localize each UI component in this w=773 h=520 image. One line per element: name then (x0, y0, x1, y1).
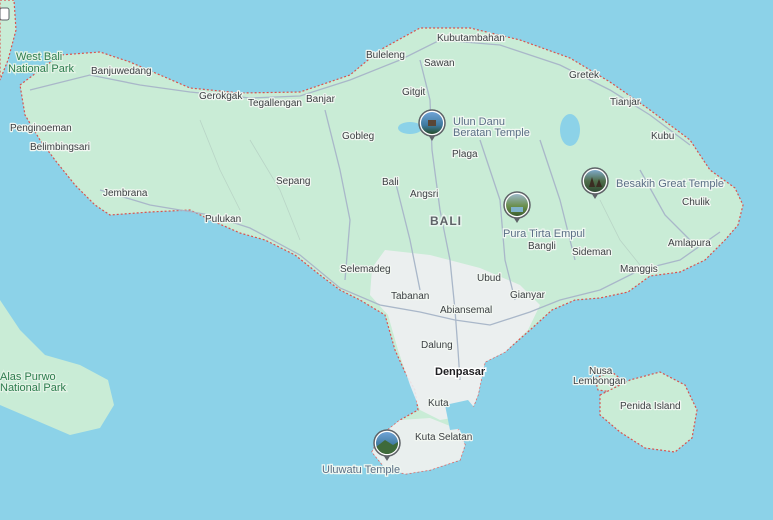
town-label: Gerokgak (199, 91, 243, 102)
town-label: Buleleng (366, 50, 405, 61)
town-label: Belimbingsari (30, 142, 90, 153)
town-label: Lembongan (573, 376, 626, 387)
town-label: Banjuwedang (91, 66, 152, 77)
poi-label-ulun-danu-2[interactable]: Beratan Temple (452, 126, 531, 141)
region-label: BALI (430, 214, 462, 228)
alas-purwo-park-label-2: National Park (0, 382, 67, 394)
poi-label-tirta-empul[interactable]: Pura Tirta Empul (502, 227, 586, 242)
town-label: Gretek (569, 70, 600, 81)
town-label: Dalung (421, 340, 453, 351)
town-label: Tegallengan (248, 98, 302, 109)
town-label: Kubu (651, 131, 674, 142)
town-label: Bangli (528, 241, 556, 252)
town-label: Plaga (452, 149, 478, 160)
town-label: Gitgit (402, 87, 426, 98)
town-label: Angsri (410, 189, 438, 200)
town-label: Kuta (428, 398, 449, 409)
town-label: Abiansemal (440, 305, 492, 316)
town-label: Manggis (620, 264, 658, 275)
west-bali-park-label: West Bali (16, 51, 62, 63)
temple-photo-icon (376, 432, 398, 454)
lake-batur (560, 114, 580, 146)
town-label: Sideman (572, 247, 611, 258)
town-label: Banjar (306, 94, 336, 105)
town-label: Kubutambahan (437, 33, 505, 44)
town-label: Ubud (477, 273, 501, 284)
town-label: Tianjar (610, 97, 641, 108)
capital-label[interactable]: Denpasar (434, 365, 488, 380)
town-label: Selemadeg (340, 264, 391, 275)
west-bali-park-label-2: National Park (8, 63, 75, 75)
town-label: Jembrana (103, 188, 148, 199)
town-label: Chulik (682, 197, 711, 208)
town-label: Amlapura (668, 238, 711, 249)
poi-label-besakih[interactable]: Besakih Great Temple (615, 177, 726, 192)
map-canvas[interactable]: West Bali National Park Alas Purwo Natio… (0, 0, 773, 520)
temple-photo-icon (421, 112, 443, 134)
town-label: Pulukan (205, 214, 241, 225)
town-label: Gianyar (510, 290, 546, 301)
town-label: Bali (382, 177, 399, 188)
town-label: Sawan (424, 58, 455, 69)
town-label: Penginoeman (10, 123, 72, 134)
temple-photo-icon (584, 170, 606, 192)
town-label: Gobleg (342, 131, 374, 142)
town-label: Sepang (276, 176, 310, 187)
temple-photo-icon (506, 194, 528, 216)
town-label: Penida Island (620, 401, 681, 412)
town-label: Kuta Selatan (415, 432, 472, 443)
highway-shield-icon (0, 7, 10, 21)
poi-label-uluwatu[interactable]: Uluwatu Temple (321, 463, 402, 478)
town-label: Tabanan (391, 291, 429, 302)
